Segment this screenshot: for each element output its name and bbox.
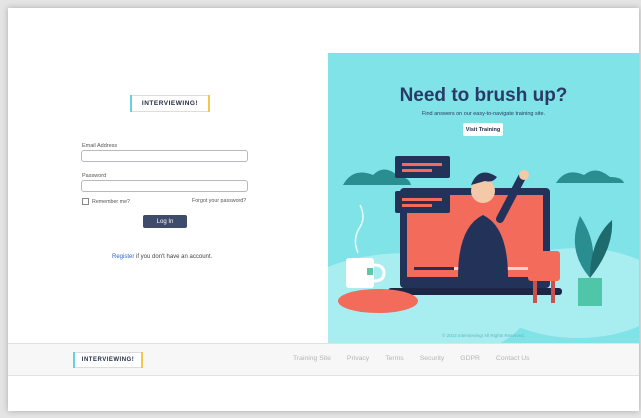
copyright-text: © 2023 Interviewing! All Rights Reserved… <box>442 333 525 338</box>
email-field[interactable] <box>81 150 248 162</box>
remember-me-label: Remember me? <box>92 198 130 205</box>
footer-link-terms[interactable]: Terms <box>385 355 404 362</box>
plant-icon <box>578 278 602 306</box>
chair-icon <box>528 251 560 281</box>
promo-title: Need to brush up? <box>399 85 568 106</box>
remember-me[interactable]: Remember me? <box>82 198 130 205</box>
register-line: Register if you don't have an account. <box>112 254 212 260</box>
site-footer: INTERVIEWING! Training Site Privacy Term… <box>8 343 639 376</box>
footer-logo[interactable]: INTERVIEWING! <box>73 352 143 368</box>
speech-bubble-icon <box>395 191 450 213</box>
cloud-right-icon <box>556 170 624 183</box>
forgot-password-link[interactable]: Forgot your password? <box>192 198 246 204</box>
email-label: Email Address <box>82 143 118 149</box>
speech-bubble-icon <box>395 156 450 178</box>
footer-link-security[interactable]: Security <box>420 355 445 362</box>
browser-window: INTERVIEWING! Email Address Password Rem… <box>8 8 639 411</box>
footer-nav: Training Site Privacy Terms Security GDP… <box>293 355 530 362</box>
footer-link-training-site[interactable]: Training Site <box>293 355 331 362</box>
visit-training-button[interactable]: Visit Training <box>463 123 503 136</box>
footer-link-gdpr[interactable]: GDPR <box>460 355 480 362</box>
register-text: if you don't have an account. <box>134 254 213 260</box>
remember-me-checkbox[interactable] <box>82 198 89 205</box>
password-field[interactable] <box>81 180 248 192</box>
password-label: Password <box>82 173 107 179</box>
promo-subtitle: Find answers on our easy-to-navigate tra… <box>421 111 546 117</box>
training-promo-panel: Need to brush up? Find answers on our ea… <box>328 53 639 343</box>
footer-link-privacy[interactable]: Privacy <box>347 355 369 362</box>
rug-icon <box>338 289 418 313</box>
register-link[interactable]: Register <box>112 254 134 260</box>
footer-link-contact-us[interactable]: Contact Us <box>496 355 530 362</box>
login-button[interactable]: Log In <box>143 215 187 228</box>
interviewing-logo: INTERVIEWING! <box>130 95 210 112</box>
